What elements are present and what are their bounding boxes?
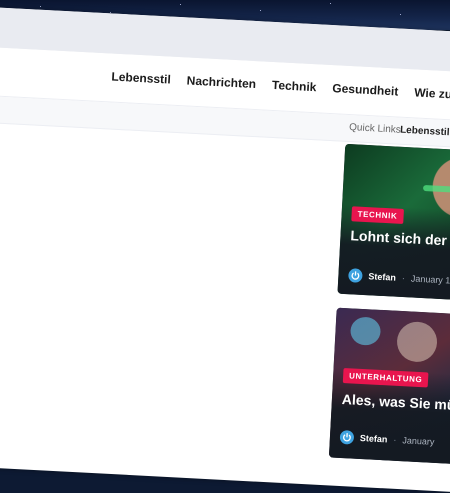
nav-item-nachrichten[interactable]: Nachrichten xyxy=(186,73,256,91)
article-date: January 1 xyxy=(411,273,450,285)
nav-item-technik[interactable]: Technik xyxy=(272,78,317,94)
website-screen: Lebensstil Nachrichten Technik Gesundhei… xyxy=(0,6,450,493)
quick-links-label: Quick Links xyxy=(349,122,401,136)
power-icon xyxy=(340,430,355,445)
article-card[interactable]: TECHNIK Lohnt sich der Lautsprecher? Ste… xyxy=(337,144,450,302)
author-name[interactable]: Stefan xyxy=(368,271,396,282)
author-name[interactable]: Stefan xyxy=(360,433,388,444)
nav-item-lebensstil[interactable]: Lebensstil xyxy=(111,70,171,87)
separator-dot: · xyxy=(402,273,406,283)
article-card[interactable]: UNTERHALTUNG Ales, was Sie müssen Stefan… xyxy=(329,308,450,466)
article-date: January xyxy=(402,435,435,447)
power-icon xyxy=(348,268,363,283)
nav-item-wie-zu[interactable]: Wie zu xyxy=(414,85,450,101)
category-badge[interactable]: TECHNIK xyxy=(351,206,403,224)
nav-item-gesundheit[interactable]: Gesundheit xyxy=(332,81,399,98)
quick-link-lebensstil[interactable]: Lebensstil xyxy=(400,125,450,139)
separator-dot: · xyxy=(393,435,397,445)
